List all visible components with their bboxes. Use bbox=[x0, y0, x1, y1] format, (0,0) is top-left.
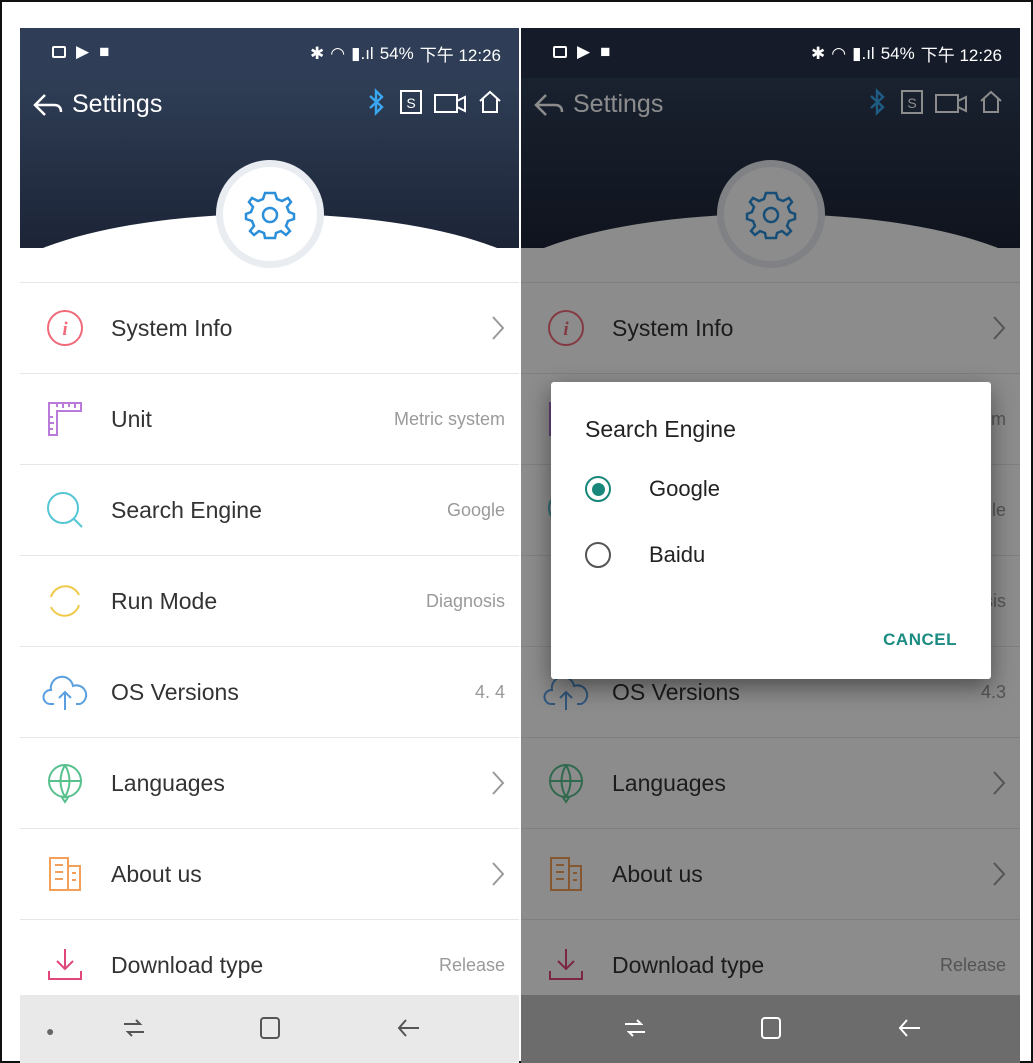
home-icon[interactable] bbox=[477, 89, 503, 115]
svg-text:S: S bbox=[406, 95, 415, 111]
message-icon: ■ bbox=[600, 42, 611, 61]
signal-icon: ▮.ıl bbox=[852, 43, 875, 63]
recent-apps-icon[interactable] bbox=[621, 1015, 649, 1041]
option-baidu[interactable]: Baidu bbox=[585, 542, 705, 568]
battery-text: 54% bbox=[880, 43, 915, 63]
play-icon: ▶ bbox=[76, 42, 90, 61]
gallery-icon bbox=[52, 46, 66, 58]
back-nav-icon[interactable] bbox=[396, 1015, 422, 1041]
back-button[interactable]: Settings bbox=[32, 90, 162, 119]
chevron-right-icon bbox=[491, 770, 505, 796]
settings-row-label: Languages bbox=[111, 769, 225, 796]
wifi-icon: ◠ bbox=[330, 43, 346, 63]
settings-row-languages[interactable]: Languages bbox=[20, 737, 519, 828]
battery-text: 54% bbox=[379, 43, 414, 63]
message-icon: ■ bbox=[99, 42, 110, 61]
cancel-button[interactable]: CANCEL bbox=[883, 630, 957, 650]
home-nav-icon[interactable] bbox=[258, 1015, 282, 1041]
building-icon bbox=[42, 851, 88, 897]
dialog-title: Search Engine bbox=[585, 416, 736, 442]
settings-row-label: System Info bbox=[111, 314, 233, 341]
play-icon: ▶ bbox=[577, 42, 591, 61]
dot-icon: ● bbox=[46, 1023, 55, 1039]
settings-row-label: Unit bbox=[111, 405, 152, 432]
bluetooth-icon[interactable] bbox=[365, 88, 389, 116]
settings-row-label: OS Versions bbox=[111, 678, 239, 705]
signal-icon: ▮.ıl bbox=[351, 43, 374, 63]
settings-row-run-mode[interactable]: Run Mode Diagnosis bbox=[20, 555, 519, 646]
back-arrow-icon bbox=[33, 93, 63, 116]
search-engine-dialog: Search Engine Google Baidu CANCEL bbox=[551, 382, 991, 679]
settings-row-search-engine[interactable]: Search Engine Google bbox=[20, 464, 519, 555]
home-nav-icon[interactable] bbox=[759, 1015, 783, 1041]
status-bar: ▶ ■ ✱ ◠ ▮.ıl 54% 下午 12:26 bbox=[521, 28, 1020, 78]
globe-icon bbox=[42, 760, 88, 806]
page-title: Settings bbox=[72, 90, 163, 118]
settings-row-about-us[interactable]: About us bbox=[20, 828, 519, 919]
option-label: Google bbox=[649, 476, 720, 501]
settings-row-label: About us bbox=[111, 860, 202, 887]
settings-row-label: Run Mode bbox=[111, 587, 218, 614]
gallery-icon bbox=[553, 46, 567, 58]
settings-screen-with-dialog: ▶ ■ ✱ ◠ ▮.ıl 54% 下午 12:26 Settings S i System … bbox=[521, 28, 1020, 1063]
bluetooth-status-icon: ✱ bbox=[811, 43, 826, 63]
chevron-right-icon bbox=[491, 315, 505, 341]
wifi-icon: ◠ bbox=[831, 43, 847, 63]
settings-row-value: Release bbox=[438, 954, 505, 975]
search-icon bbox=[42, 487, 88, 533]
ruler-icon bbox=[42, 396, 88, 442]
settings-row-unit[interactable]: Unit Metric system bbox=[20, 373, 519, 464]
s-badge-icon[interactable]: S bbox=[399, 89, 423, 115]
radio-unselected-icon[interactable] bbox=[585, 542, 611, 568]
status-bar: ▶ ■ ✱ ◠ ▮.ıl 54% 下午 12:26 bbox=[20, 28, 519, 78]
system-nav-bar: ● bbox=[20, 995, 519, 1063]
system-nav-bar bbox=[521, 995, 1020, 1063]
camera-icon[interactable] bbox=[433, 89, 467, 115]
settings-row-label: Download type bbox=[111, 951, 264, 978]
recent-apps-icon[interactable] bbox=[120, 1015, 148, 1041]
gear-icon bbox=[244, 191, 296, 240]
time-text: 下午 12:26 bbox=[920, 46, 1002, 65]
option-label: Baidu bbox=[649, 542, 706, 567]
settings-badge bbox=[216, 160, 324, 268]
radio-selected-icon[interactable] bbox=[585, 476, 611, 502]
settings-screen: ▶ ■ ✱ ◠ ▮.ıl 54% 下午 12:26 Settings S i System … bbox=[20, 28, 519, 1063]
info-icon: i bbox=[42, 305, 88, 351]
settings-row-label: Search Engine bbox=[111, 496, 262, 523]
back-nav-icon[interactable] bbox=[897, 1015, 923, 1041]
settings-list: i System Info Unit Metric system Search Engi… bbox=[20, 282, 519, 1010]
option-google[interactable]: Google bbox=[585, 476, 720, 502]
svg-text:i: i bbox=[62, 319, 68, 340]
settings-row-value: 4. 4 bbox=[474, 681, 505, 702]
time-text: 下午 12:26 bbox=[419, 46, 501, 65]
cloud-upload-icon bbox=[42, 669, 88, 715]
settings-row-value: Diagnosis bbox=[425, 590, 505, 611]
cycle-icon bbox=[42, 578, 88, 624]
settings-row-os-versions[interactable]: OS Versions 4. 4 bbox=[20, 646, 519, 737]
chevron-right-icon bbox=[491, 861, 505, 887]
download-icon bbox=[42, 942, 88, 988]
bluetooth-status-icon: ✱ bbox=[310, 43, 325, 63]
settings-row-value: Metric system bbox=[393, 408, 505, 429]
header-toolbar: S bbox=[365, 88, 503, 116]
settings-row-system-info[interactable]: i System Info bbox=[20, 282, 519, 373]
settings-row-value: Google bbox=[446, 499, 505, 520]
